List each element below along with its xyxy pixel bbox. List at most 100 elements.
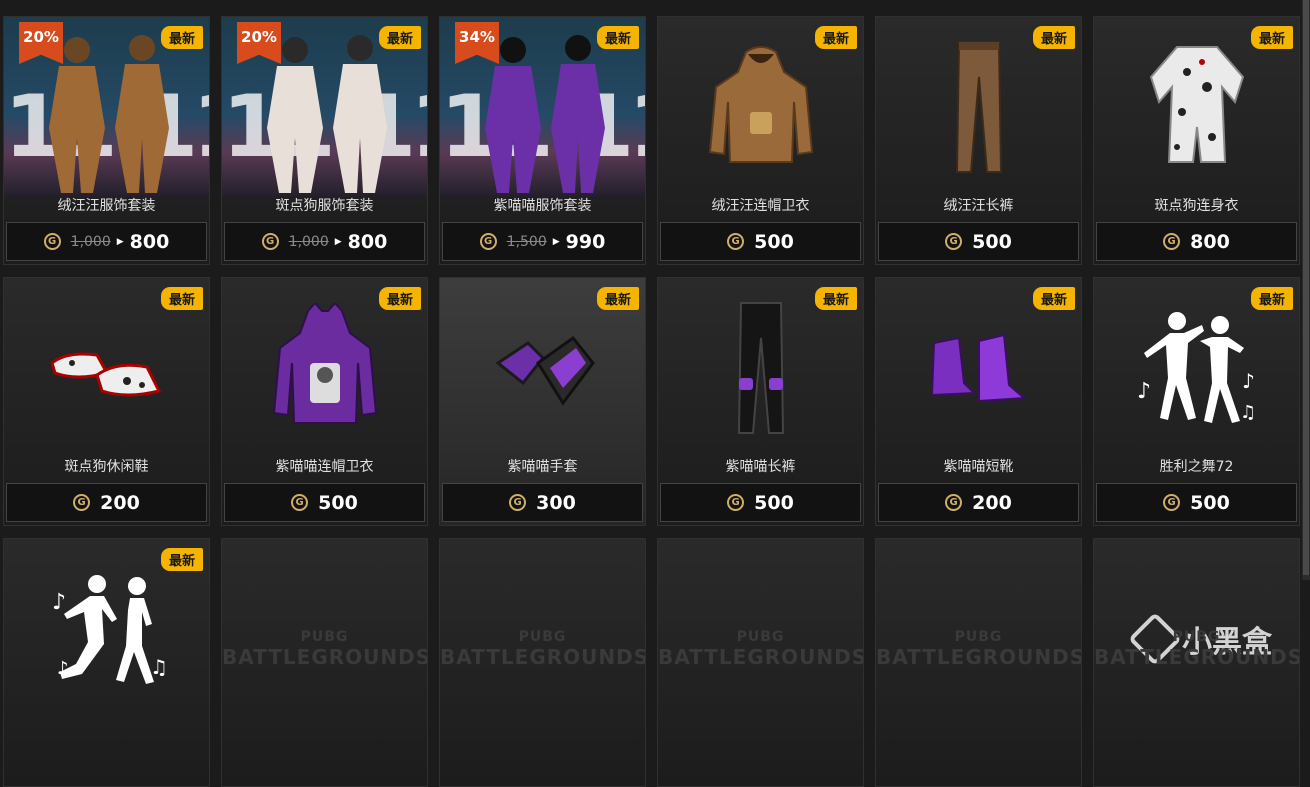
store-item-grid: 11.11最新20%绒汪汪服饰套装G1,000▶80011.11最新20%斑点狗…: [3, 16, 1300, 787]
item-name: 紫喵喵手套: [507, 459, 578, 475]
g-coin-icon: G: [727, 494, 745, 511]
item-name: 紫喵喵服饰套装: [493, 198, 592, 214]
price-button[interactable]: G 800: [1096, 222, 1297, 261]
item-price: 500: [318, 491, 358, 514]
store-item-card[interactable]: 最新绒汪汪长裤 G 500: [875, 16, 1082, 265]
item-price: 300: [536, 491, 576, 514]
store-item-card[interactable]: 11.11最新20%斑点狗服饰套装G1,000▶800: [221, 16, 428, 265]
item-name: 绒汪汪连帽卫衣: [711, 198, 810, 214]
price-button[interactable]: G 200: [878, 483, 1079, 522]
price-button[interactable]: G 300: [442, 483, 643, 522]
store-item-card[interactable]: 最新 紫喵喵手套 G 300: [439, 277, 646, 526]
price-button[interactable]: G 1,000 ▶ 800: [224, 222, 425, 261]
price-button[interactable]: G 1,000 ▶ 800: [6, 222, 207, 261]
item-name: 斑点狗休闲鞋: [64, 459, 149, 475]
price-button[interactable]: G 500: [660, 222, 861, 261]
store-item-card[interactable]: 11.11最新20%绒汪汪服饰套装G1,000▶800: [3, 16, 210, 265]
item-price: 800: [347, 230, 388, 253]
g-coin-icon: G: [945, 494, 963, 511]
empty-item-slot: PUBG BATTLEGROUNDS: [439, 538, 646, 787]
empty-item-slot: PUBG BATTLEGROUNDS: [875, 538, 1082, 787]
item-price: 200: [100, 491, 140, 514]
store-item-card[interactable]: ♪ ♪ ♫ 最新 胜利之舞72 G 500: [1093, 277, 1300, 526]
logo-top-text: PUBG: [518, 629, 567, 645]
original-price: 1,000: [288, 233, 329, 250]
store-item-card[interactable]: 最新紫喵喵长裤 G 500: [657, 277, 864, 526]
item-price: 200: [972, 491, 1012, 514]
logo-bottom-text: BATTLEGROUNDS: [658, 645, 864, 669]
store-item-card[interactable]: 最新紫喵喵连帽卫衣 G 500: [221, 277, 428, 526]
store-item-card[interactable]: 11.11最新34%紫喵喵服饰套装G1,500▶990: [439, 16, 646, 265]
original-price: 1,000: [70, 233, 111, 250]
arrow-right-icon: ▶: [552, 236, 560, 247]
item-price: 500: [1190, 491, 1230, 514]
store-item-card[interactable]: 最新绒汪汪连帽卫衣 G 500: [657, 16, 864, 265]
price-button[interactable]: G 1,500 ▶ 990: [442, 222, 643, 261]
pubg-logo: PUBG BATTLEGROUNDS: [658, 629, 863, 669]
new-badge: 最新: [814, 26, 857, 49]
new-badge: 最新: [160, 548, 203, 571]
pubg-logo: PUBG BATTLEGROUNDS: [876, 629, 1081, 669]
item-price: 500: [754, 491, 794, 514]
store-item-card[interactable]: 最新斑点狗连身衣 G 800: [1093, 16, 1300, 265]
new-badge: 最新: [1032, 26, 1075, 49]
svg-text:♪: ♪: [1242, 369, 1255, 393]
item-name: 绒汪汪服饰套装: [57, 198, 156, 214]
g-coin-icon: G: [73, 494, 91, 511]
svg-text:♫: ♫: [150, 655, 168, 679]
price-button[interactable]: G 500: [1096, 483, 1297, 522]
item-name: 紫喵喵长裤: [725, 459, 796, 475]
store-item-card[interactable]: 最新斑点狗休闲鞋 G 200: [3, 277, 210, 526]
item-name: 紫喵喵连帽卫衣: [275, 459, 374, 475]
svg-text:♫: ♫: [1240, 402, 1256, 423]
scrollbar[interactable]: [1302, 0, 1310, 580]
new-badge: 最新: [378, 287, 421, 310]
pubg-logo: PUBG BATTLEGROUNDS: [440, 629, 645, 669]
svg-text:♪: ♪: [57, 658, 69, 679]
g-coin-icon: G: [1163, 494, 1181, 511]
item-name: 胜利之舞72: [1159, 459, 1234, 475]
logo-top-text: PUBG: [954, 629, 1003, 645]
pubg-logo: PUBG BATTLEGROUNDS: [1094, 629, 1299, 669]
item-price: 500: [972, 230, 1012, 253]
new-badge: 最新: [596, 26, 639, 49]
new-badge: 最新: [814, 287, 857, 310]
price-button[interactable]: G 200: [6, 483, 207, 522]
item-name: 绒汪汪长裤: [943, 198, 1014, 214]
new-badge: 最新: [160, 26, 203, 49]
g-coin-icon: G: [945, 233, 963, 250]
g-coin-icon: G: [291, 494, 309, 511]
price-button[interactable]: G 500: [224, 483, 425, 522]
original-price: 1,500: [506, 233, 547, 250]
item-name: 斑点狗连身衣: [1154, 198, 1239, 214]
logo-bottom-text: BATTLEGROUNDS: [440, 645, 646, 669]
g-coin-icon: G: [1163, 233, 1181, 250]
item-name: 斑点狗服饰套装: [275, 198, 374, 214]
store-item-card[interactable]: 最新紫喵喵短靴 G 200: [875, 277, 1082, 526]
svg-text:♪: ♪: [52, 590, 66, 615]
logo-top-text: PUBG: [736, 629, 785, 645]
price-button[interactable]: G 500: [660, 483, 861, 522]
arrow-right-icon: ▶: [116, 236, 124, 247]
svg-text:♪: ♪: [1137, 379, 1151, 404]
new-badge: 最新: [160, 287, 203, 310]
pubg-logo: PUBG BATTLEGROUNDS: [222, 629, 427, 669]
item-price: 800: [129, 230, 170, 253]
price-button[interactable]: G 500: [878, 222, 1079, 261]
g-coin-icon: G: [43, 233, 61, 250]
scrollbar-thumb[interactable]: [1303, 0, 1309, 575]
logo-bottom-text: BATTLEGROUNDS: [1094, 645, 1300, 669]
item-name: 紫喵喵短靴: [943, 459, 1014, 475]
item-price: 800: [1190, 230, 1230, 253]
item-price: 500: [754, 230, 794, 253]
arrow-right-icon: ▶: [334, 236, 342, 247]
store-item-card[interactable]: ♪ ♪ ♫ 最新: [3, 538, 210, 787]
empty-item-slot: PUBG BATTLEGROUNDS: [1093, 538, 1300, 787]
new-badge: 最新: [378, 26, 421, 49]
g-coin-icon: G: [479, 233, 497, 250]
g-coin-icon: G: [727, 233, 745, 250]
empty-item-slot: PUBG BATTLEGROUNDS: [221, 538, 428, 787]
new-badge: 最新: [1250, 26, 1293, 49]
new-badge: 最新: [1032, 287, 1075, 310]
logo-bottom-text: BATTLEGROUNDS: [222, 645, 428, 669]
